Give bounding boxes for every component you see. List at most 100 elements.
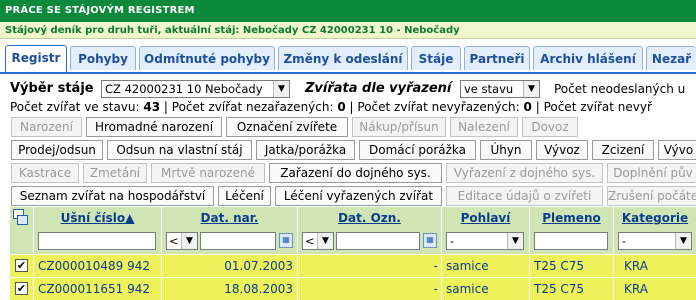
in-stock-label: Počet zvířat ve stavu: bbox=[10, 100, 140, 114]
nalezeni-button[interactable]: Nalezení bbox=[450, 117, 518, 137]
seznam-zvirat-button[interactable]: Seznam zvířat na hospodářství bbox=[11, 186, 214, 206]
stable-subtitle: Stájový deník pro druh tuři, aktuální st… bbox=[0, 22, 696, 39]
sex-cell: samice bbox=[442, 255, 530, 277]
category-cell: KRA bbox=[624, 282, 648, 296]
leceni-button[interactable]: Léčení bbox=[218, 186, 271, 206]
sex-filter-select[interactable]: - ▼ bbox=[446, 232, 524, 250]
uhyn-button[interactable]: Úhyn bbox=[480, 140, 532, 160]
table-row[interactable]: ✔ CZ000010489 942 01.07.2003 - samice T2… bbox=[10, 254, 696, 277]
birth-date-cell: 01.07.2003 bbox=[162, 255, 298, 277]
page-title: Práce se stájovým registrem bbox=[0, 0, 696, 22]
category-filter-select[interactable]: - ▼ bbox=[618, 232, 692, 250]
nakup-prisun-button[interactable]: Nákup/přísun bbox=[352, 117, 446, 137]
kastrace-button[interactable]: Kastrace bbox=[11, 163, 79, 183]
filter-cell: < ▼ ▦ bbox=[298, 229, 442, 254]
vyrazeni-z-dojneho-sys-button[interactable]: Vyřazení z dojného sys. bbox=[446, 163, 603, 183]
birth-date-cell: 18.08.2003 bbox=[162, 278, 298, 300]
column-header-dat-nar[interactable]: Dat. nar. bbox=[162, 207, 298, 229]
unremoved-value: 0 bbox=[523, 100, 532, 114]
animals-filter-select[interactable]: ve stavu ▼ bbox=[460, 80, 540, 98]
birth-date-filter-input[interactable] bbox=[200, 232, 276, 250]
chevron-down-icon: ▼ bbox=[273, 81, 289, 97]
row-checkbox[interactable]: ✔ bbox=[15, 282, 28, 295]
animals-filter-label: Zvířata dle vyřazení bbox=[305, 81, 452, 96]
column-header-pohlavi[interactable]: Pohlaví bbox=[442, 207, 530, 229]
tab-zmeny-k-odeslani[interactable]: Změny k odeslání bbox=[278, 46, 408, 70]
mark-date-operator-select[interactable]: < ▼ bbox=[302, 232, 334, 250]
filter-cell bbox=[10, 229, 34, 254]
unremoved-label: Počet zvířat nevyřazených: bbox=[357, 100, 520, 114]
select-all-header bbox=[10, 207, 34, 229]
filter-cell bbox=[530, 229, 614, 254]
mark-date-cell: - bbox=[298, 255, 442, 277]
vyvoz-partial-button[interactable]: Vývo bbox=[658, 140, 696, 160]
zmetani-button[interactable]: Zmetání bbox=[83, 163, 147, 183]
unassigned-value: 0 bbox=[337, 100, 346, 114]
ear-number-filter-input[interactable] bbox=[38, 232, 156, 250]
filter-cell: - ▼ bbox=[442, 229, 530, 254]
ear-number-link[interactable]: CZ000010489 942 bbox=[34, 255, 162, 277]
zarazeni-do-dojneho-sys-button[interactable]: Zařazení do dojného sys. bbox=[269, 163, 442, 183]
row-select-cell: ✔ bbox=[10, 278, 34, 300]
tab-bar: Registr Pohyby Odmítnuté pohyby Změny k … bbox=[0, 44, 696, 74]
jatka-porazka-button[interactable]: Jatka/porážka bbox=[256, 140, 355, 160]
mark-date-filter-input[interactable] bbox=[336, 232, 420, 250]
odsun-na-vlastni-staj-button[interactable]: Odsun na vlastní stáj bbox=[107, 140, 252, 160]
breed-cell: T25 C75 bbox=[530, 255, 614, 277]
mrtve-narozene-button[interactable]: Mrtvě narozené bbox=[151, 163, 265, 183]
hromadne-narozeni-button[interactable]: Hromadné narození bbox=[86, 117, 222, 137]
checkbox-icon[interactable] bbox=[17, 215, 28, 225]
zcizeni-button[interactable]: Zcizení bbox=[592, 140, 654, 160]
animals-table: Ušní číslo▲ Dat. nar. Dat. Ozn. Pohlaví … bbox=[10, 207, 696, 300]
column-header-kategorie[interactable]: Kategorie bbox=[614, 207, 696, 229]
mark-date-cell: - bbox=[298, 278, 442, 300]
tab-staje[interactable]: Stáje bbox=[411, 46, 461, 70]
breed-filter-input[interactable] bbox=[534, 232, 608, 250]
tab-archiv-hlaseni[interactable]: Archiv hlášení bbox=[533, 46, 643, 70]
separator: | bbox=[160, 100, 172, 114]
domaci-porazka-button[interactable]: Domácí porážka bbox=[359, 140, 476, 160]
doplneni-puvodu-button[interactable]: Doplnění pův bbox=[607, 163, 696, 183]
chevron-down-icon: ▼ bbox=[675, 233, 691, 249]
tab-registr[interactable]: Registr bbox=[5, 45, 67, 72]
narozeni-button[interactable]: Narození bbox=[11, 117, 82, 137]
birth-date-operator-select[interactable]: < ▼ bbox=[166, 232, 198, 250]
in-stock-value: 43 bbox=[143, 100, 161, 114]
dovoz-button[interactable]: Dovoz bbox=[522, 117, 578, 137]
tab-nezarazene[interactable]: Nezař bbox=[646, 46, 696, 70]
vyvoz-button[interactable]: Vývoz bbox=[536, 140, 588, 160]
stable-select[interactable]: CZ 42000231 10 Nebočady ▼ bbox=[101, 80, 290, 98]
chevron-down-icon: ▼ bbox=[507, 233, 523, 249]
column-header-dat-ozn[interactable]: Dat. Ozn. bbox=[298, 207, 442, 229]
stable-select-label: Výběr stáje bbox=[10, 81, 94, 96]
tab-odmitnute-pohyby[interactable]: Odmítnuté pohyby bbox=[139, 46, 275, 70]
unassigned-label: Počet zvířat nezařazených: bbox=[171, 100, 334, 114]
tab-partneri[interactable]: Partneři bbox=[464, 46, 530, 70]
leceni-vyrazenych-button[interactable]: Léčení vyřazených zvířat bbox=[275, 186, 442, 206]
row-select-cell: ✔ bbox=[10, 255, 34, 277]
separator-tail: | Počet zvířat nevyř bbox=[531, 100, 652, 114]
zruseni-pocatecniho-button[interactable]: Zrušení počáte bbox=[607, 186, 696, 206]
row-checkbox[interactable]: ✔ bbox=[15, 259, 28, 272]
filter-cell: - ▼ bbox=[614, 229, 696, 254]
chevron-down-icon: ▼ bbox=[523, 81, 539, 97]
editace-udaju-button[interactable]: Editace údajů o zvířeti bbox=[446, 186, 603, 206]
filter-cell: < ▼ ▦ bbox=[162, 229, 298, 254]
chevron-down-icon: ▼ bbox=[317, 233, 333, 249]
calendar-icon[interactable]: ▦ bbox=[423, 233, 437, 248]
category-cell: KRA bbox=[624, 259, 648, 273]
sex-cell: samice bbox=[442, 278, 530, 300]
column-header-usni-cislo[interactable]: Ušní číslo▲ bbox=[34, 207, 162, 229]
tab-pohyby[interactable]: Pohyby bbox=[70, 46, 136, 70]
calendar-icon[interactable]: ▦ bbox=[279, 233, 293, 248]
ear-number-link[interactable]: CZ000011651 942 bbox=[34, 278, 162, 300]
counts-line: Počet zvířat ve stavu: 43 | Počet zvířat… bbox=[10, 100, 652, 114]
table-row[interactable]: ✔ CZ000011651 942 18.08.2003 - samice T2… bbox=[10, 277, 696, 300]
breed-cell: T25 C75 bbox=[530, 278, 614, 300]
filter-cell bbox=[34, 229, 162, 254]
column-header-plemeno[interactable]: Plemeno bbox=[530, 207, 614, 229]
chevron-down-icon: ▼ bbox=[181, 233, 197, 249]
separator: | bbox=[345, 100, 358, 114]
oznaceni-zvirete-button[interactable]: Označení zvířete bbox=[226, 117, 348, 137]
prodej-odsun-button[interactable]: Prodej/odsun bbox=[11, 140, 103, 160]
